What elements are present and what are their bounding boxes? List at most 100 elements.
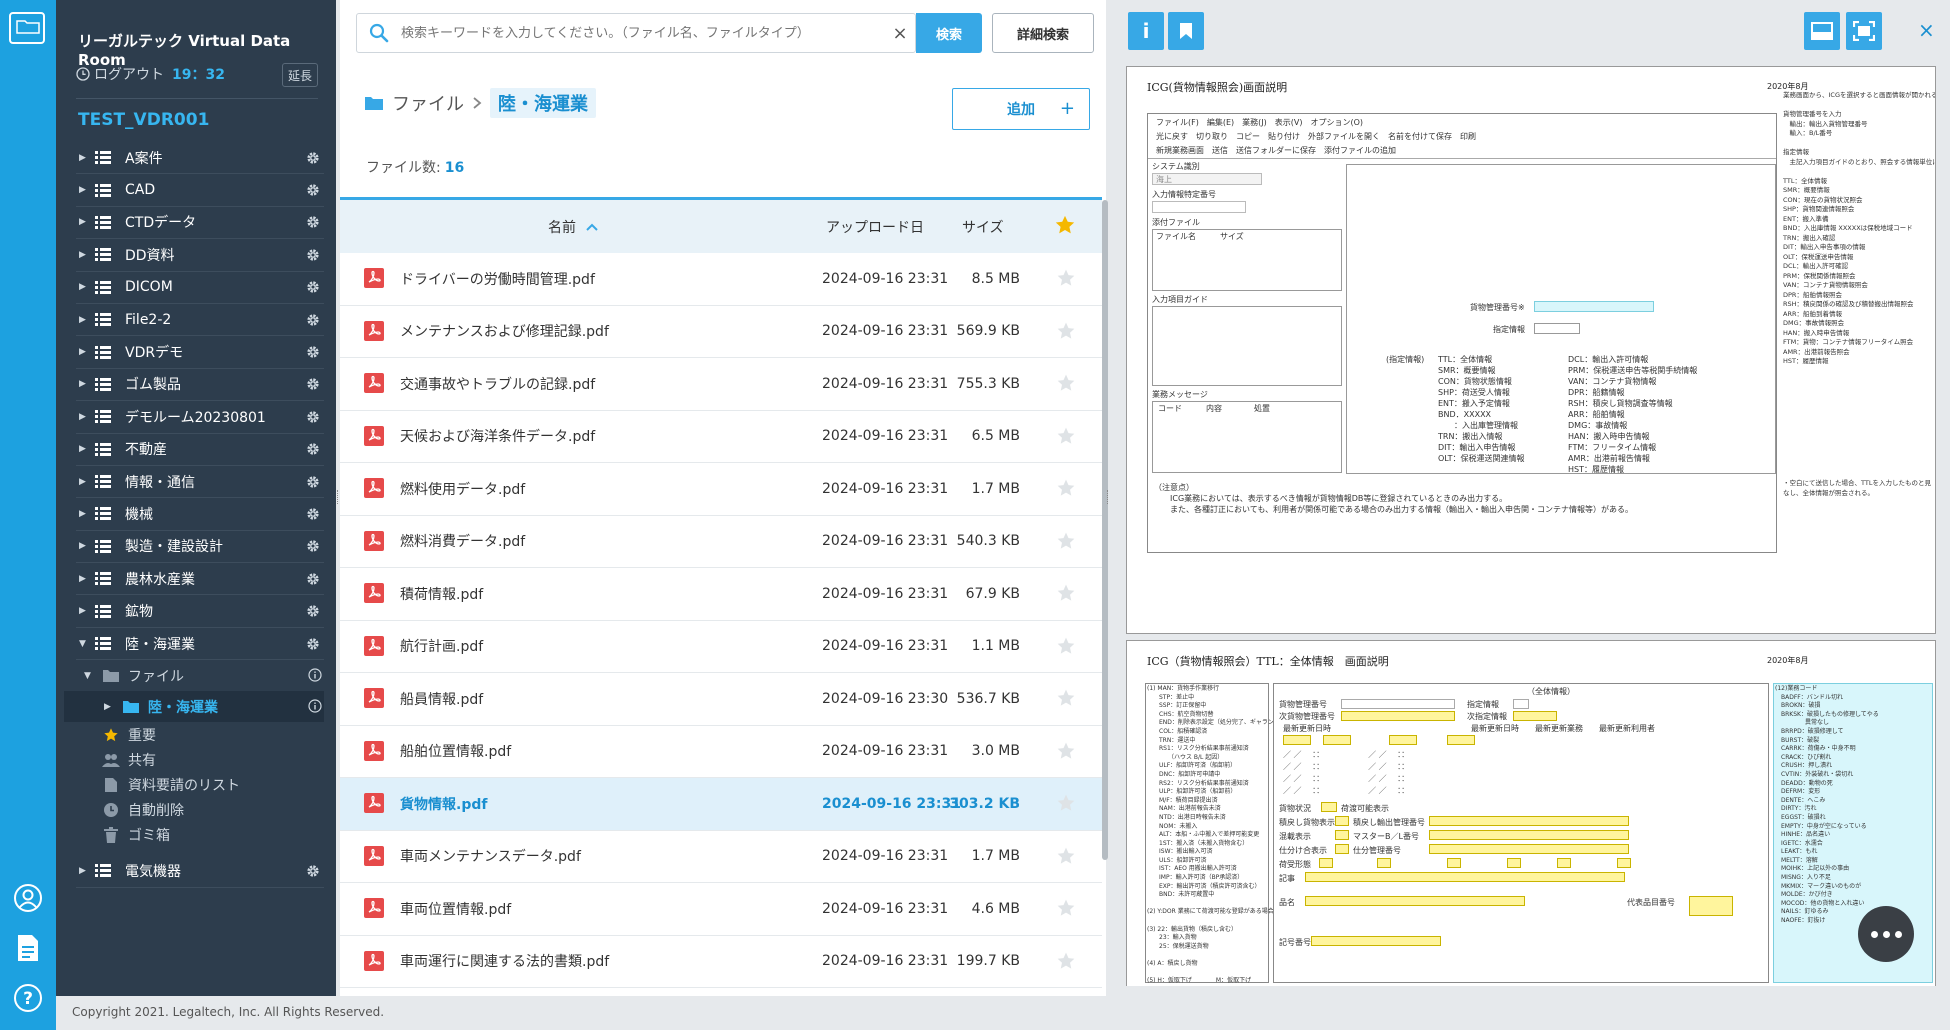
info-icon[interactable] bbox=[308, 668, 322, 686]
caret-right-icon[interactable]: ▶ bbox=[79, 347, 95, 357]
caret-right-icon[interactable]: ▶ bbox=[79, 866, 95, 876]
sidebar-folder-item[interactable]: ▶ 農林水産業 bbox=[76, 563, 324, 596]
gear-icon[interactable] bbox=[302, 248, 324, 262]
user-profile-icon[interactable] bbox=[12, 882, 44, 914]
caret-right-icon[interactable]: ▶ bbox=[79, 606, 95, 616]
file-name[interactable]: 車両メンテナンスデータ.pdf bbox=[400, 846, 581, 866]
search-button[interactable]: 検索 bbox=[916, 13, 982, 53]
sidebar-folder-item[interactable]: ▶ VDRデモ bbox=[76, 336, 324, 369]
gear-icon[interactable] bbox=[302, 345, 324, 359]
favorite-star-icon[interactable] bbox=[1056, 268, 1076, 292]
search-input[interactable] bbox=[401, 25, 885, 41]
room-name[interactable]: TEST_VDR001 bbox=[78, 110, 209, 130]
sidebar-sub-file[interactable]: ▼ ファイル bbox=[56, 660, 336, 691]
extend-button[interactable]: 延長 bbox=[282, 63, 318, 87]
gear-icon[interactable] bbox=[302, 637, 324, 651]
favorite-star-icon[interactable] bbox=[1056, 373, 1076, 397]
caret-down-icon[interactable]: ▼ bbox=[84, 671, 100, 681]
favorite-star-icon[interactable] bbox=[1056, 583, 1076, 607]
sidebar-folder-item[interactable]: ▶ 製造・建設設計 bbox=[76, 531, 324, 564]
file-name[interactable]: メンテナンスおよび修理記録.pdf bbox=[400, 321, 609, 341]
favorite-star-icon[interactable] bbox=[1056, 426, 1076, 450]
bookmark-button[interactable] bbox=[1168, 12, 1204, 50]
logout-link[interactable]: ログアウト 19：32 bbox=[76, 64, 225, 84]
sidebar-folder-item[interactable]: ▶ DICOM bbox=[76, 272, 324, 304]
file-name[interactable]: 車両運行に関連する法的書類.pdf bbox=[400, 951, 609, 971]
fullscreen-button[interactable] bbox=[1846, 12, 1882, 50]
gear-icon[interactable] bbox=[302, 280, 324, 294]
favorite-star-icon[interactable] bbox=[1056, 846, 1076, 870]
gear-icon[interactable] bbox=[302, 215, 324, 229]
caret-right-icon[interactable]: ▶ bbox=[79, 574, 95, 584]
sidebar-folder-item[interactable]: ▶ 情報・通信 bbox=[76, 466, 324, 499]
favorite-star-icon[interactable] bbox=[1056, 741, 1076, 765]
favorite-star-icon[interactable] bbox=[1056, 531, 1076, 555]
table-row[interactable]: 積荷情報.pdf 2024-09-16 23:31 67.9 KB bbox=[340, 568, 1102, 621]
table-row[interactable]: 交通事故やトラブルの記録.pdf 2024-09-16 23:31 755.3 KB bbox=[340, 358, 1102, 411]
app-logo-icon[interactable] bbox=[9, 12, 45, 44]
caret-right-icon[interactable]: ▶ bbox=[79, 477, 95, 487]
resize-handle[interactable] bbox=[337, 490, 339, 504]
sidebar-sub-selected-folder[interactable]: ▶ 陸・海運業 bbox=[64, 691, 324, 723]
caret-down-icon[interactable]: ▼ bbox=[79, 639, 95, 649]
scrollbar[interactable] bbox=[1102, 200, 1108, 860]
file-name[interactable]: 車両位置情報.pdf bbox=[400, 899, 511, 919]
file-name[interactable]: 交通事故やトラブルの記録.pdf bbox=[400, 374, 595, 394]
gear-icon[interactable] bbox=[302, 183, 324, 197]
file-name[interactable]: 積荷情報.pdf bbox=[400, 584, 483, 604]
sidebar-folder-item[interactable]: ▶ File2-2 bbox=[76, 304, 324, 337]
sidebar-folder-item[interactable]: ▶ 機械 bbox=[76, 498, 324, 531]
caret-right-icon[interactable]: ▶ bbox=[79, 444, 95, 454]
table-row[interactable]: 燃料使用データ.pdf 2024-09-16 23:31 1.7 MB bbox=[340, 463, 1102, 516]
favorite-star-icon[interactable] bbox=[1056, 898, 1076, 922]
layout-toggle-button[interactable] bbox=[1804, 12, 1840, 50]
favorite-star-icon[interactable] bbox=[1056, 793, 1076, 817]
table-row[interactable]: メンテナンスおよび修理記録.pdf 2024-09-16 23:31 569.9 K… bbox=[340, 306, 1102, 358]
caret-right-icon[interactable]: ▶ bbox=[79, 185, 95, 195]
gear-icon[interactable] bbox=[302, 410, 324, 424]
favorite-star-icon[interactable] bbox=[1056, 951, 1076, 975]
column-size[interactable]: サイズ bbox=[962, 217, 1004, 237]
gear-icon[interactable] bbox=[302, 864, 324, 878]
caret-right-icon[interactable]: ▶ bbox=[79, 509, 95, 519]
table-row[interactable]: 航行計画.pdf 2024-09-16 23:31 1.1 MB bbox=[340, 621, 1102, 673]
sidebar-folder-item[interactable]: ▶ CAD bbox=[76, 174, 324, 207]
more-options-button[interactable] bbox=[1858, 906, 1914, 962]
breadcrumb-root[interactable]: ファイル bbox=[392, 90, 464, 116]
caret-right-icon[interactable]: ▶ bbox=[79, 250, 95, 260]
sidebar-folder-item[interactable]: ▶ DD資料 bbox=[76, 239, 324, 272]
table-row[interactable]: 貨物情報.pdf 2024-09-16 23:31 303.2 KB bbox=[340, 778, 1102, 831]
table-row[interactable]: 船員情報.pdf 2024-09-16 23:30 536.7 KB bbox=[340, 673, 1102, 726]
favorite-star-icon[interactable] bbox=[1056, 688, 1076, 712]
add-button[interactable]: 追加 + bbox=[952, 88, 1090, 130]
favorite-star-icon[interactable] bbox=[1056, 321, 1076, 345]
file-name[interactable]: ドライバーの労働時間管理.pdf bbox=[400, 269, 595, 289]
sidebar-folder-item[interactable]: ▶ A案件 bbox=[76, 142, 324, 175]
clear-search-icon[interactable]: × bbox=[885, 23, 915, 44]
close-preview-icon[interactable]: × bbox=[1918, 18, 1935, 42]
caret-right-icon[interactable]: ▶ bbox=[79, 379, 95, 389]
table-row[interactable]: 車両位置情報.pdf 2024-09-16 23:31 4.6 MB bbox=[340, 883, 1102, 936]
sidebar-extra-item[interactable]: 自動削除 bbox=[56, 797, 336, 822]
column-upload-date[interactable]: アップロード日 bbox=[826, 217, 924, 237]
file-name[interactable]: 船舶位置情報.pdf bbox=[400, 741, 511, 761]
gear-icon[interactable] bbox=[302, 507, 324, 521]
sidebar-folder-item[interactable]: ▶ デモルーム20230801 bbox=[76, 401, 324, 434]
sidebar-folder-item[interactable]: ▶ 鉱物 bbox=[76, 595, 324, 628]
gear-icon[interactable] bbox=[302, 475, 324, 489]
caret-right-icon[interactable]: ▶ bbox=[79, 315, 95, 325]
sidebar-folder-item[interactable]: ▶ ゴム製品 bbox=[76, 369, 324, 402]
gear-icon[interactable] bbox=[302, 151, 324, 165]
sidebar-folder-item[interactable]: ▼ 陸・海運業 bbox=[76, 628, 324, 661]
table-row[interactable]: 船舶位置情報.pdf 2024-09-16 23:31 3.0 MB bbox=[340, 726, 1102, 778]
table-row[interactable]: 天候および海洋条件データ.pdf 2024-09-16 23:31 6.5 MB bbox=[340, 411, 1102, 463]
gear-icon[interactable] bbox=[302, 572, 324, 586]
gear-icon[interactable] bbox=[302, 313, 324, 327]
sidebar-extra-item[interactable]: 重要 bbox=[56, 722, 336, 747]
gear-icon[interactable] bbox=[302, 539, 324, 553]
table-row[interactable]: 車両運行に関連する法的書類.pdf 2024-09-16 23:31 199.7 K… bbox=[340, 936, 1102, 988]
help-icon[interactable]: ? bbox=[12, 982, 44, 1014]
info-icon[interactable] bbox=[308, 699, 322, 717]
gear-icon[interactable] bbox=[302, 442, 324, 456]
file-name[interactable]: 船員情報.pdf bbox=[400, 689, 483, 709]
